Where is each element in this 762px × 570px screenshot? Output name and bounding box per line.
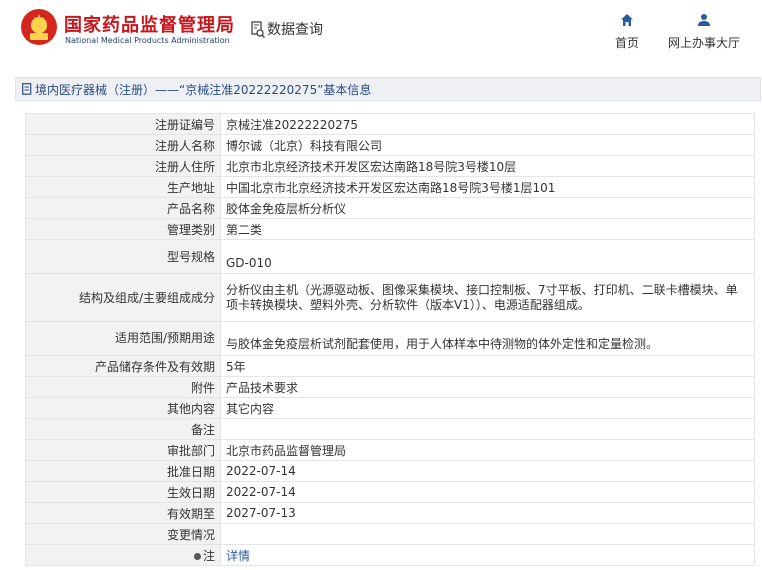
- detail-label: 附件: [25, 376, 221, 398]
- data-query-link[interactable]: 数据查询: [251, 18, 323, 40]
- site-title-en: National Medical Products Administration: [65, 36, 230, 45]
- nav-home[interactable]: 首页: [610, 13, 644, 51]
- detail-row-intended-use: 适用范围/预期用途 与胶体金免疫层析试剂配套使用，用于人体样本中待测物的体外定性…: [25, 321, 755, 356]
- note-label-text: 注: [202, 548, 215, 563]
- detail-value: 2022-07-14: [220, 460, 755, 482]
- detail-label: 有效期至: [25, 502, 221, 524]
- detail-value: GD-010: [220, 239, 755, 274]
- detail-value: 中国北京市北京经济技术开发区宏达南路18号院3号楼1层101: [220, 176, 755, 198]
- detail-label: 注册证编号: [25, 113, 221, 135]
- detail-row-reg-no: 注册证编号 京械注准20222220275: [25, 113, 755, 135]
- detail-row-remarks: 备注: [25, 418, 755, 440]
- detail-row-approval-dept: 审批部门 北京市药品监督管理局: [25, 439, 755, 461]
- detail-value: [220, 523, 755, 545]
- detail-value: 北京市北京经济技术开发区宏达南路18号院3号楼10层: [220, 155, 755, 177]
- detail-value: 第二类: [220, 218, 755, 240]
- detail-value: 2022-07-14: [220, 481, 755, 503]
- site-header: ★ 国家药品监督管理局 National Medical Products Ad…: [0, 0, 762, 62]
- detail-value: 胶体金免疫层析分析仪: [220, 197, 755, 219]
- detail-value: 京械注准20222220275: [220, 113, 755, 135]
- detail-row-expiry: 有效期至 2027-07-13: [25, 502, 755, 524]
- detail-row-registrant: 注册人名称 博尔诚（北京）科技有限公司: [25, 134, 755, 156]
- detail-row-structure: 结构及组成/主要组成成分 分析仪由主机（光源驱动板、图像采集模块、接口控制板、7…: [25, 273, 755, 322]
- detail-label: 注册人名称: [25, 134, 221, 156]
- detail-row-registrant-address: 注册人住所 北京市北京经济技术开发区宏达南路18号院3号楼10层: [25, 155, 755, 177]
- detail-label: 生产地址: [25, 176, 221, 198]
- nav-hall-label: 网上办事大厅: [667, 36, 740, 50]
- detail-row-approval-date: 批准日期 2022-07-14: [25, 460, 755, 482]
- detail-value: 北京市药品监督管理局: [220, 439, 755, 461]
- detail-row-effective-date: 生效日期 2022-07-14: [25, 481, 755, 503]
- detail-row-note: 注 详情: [25, 544, 755, 566]
- detail-value-note: 详情: [220, 544, 755, 566]
- detail-value: 5年: [220, 355, 755, 377]
- detail-label: 批准日期: [25, 460, 221, 482]
- site-title-cn[interactable]: 国家药品监督管理局: [64, 11, 235, 37]
- details-link[interactable]: 详情: [226, 549, 250, 563]
- detail-row-production-address: 生产地址 中国北京市北京经济技术开发区宏达南路18号院3号楼1层101: [25, 176, 755, 198]
- document-search-icon: [251, 20, 266, 38]
- breadcrumb: 境内医疗器械（注册）——“京械注准20222220275”基本信息: [15, 77, 761, 101]
- data-query-label: 数据查询: [267, 22, 323, 38]
- detail-row-changes: 变更情况: [25, 523, 755, 545]
- detail-label: 备注: [25, 418, 221, 440]
- detail-label: 产品储存条件及有效期: [25, 355, 221, 377]
- detail-value: 博尔诚（北京）科技有限公司: [220, 134, 755, 156]
- detail-label: 产品名称: [25, 197, 221, 219]
- detail-label: 其他内容: [25, 397, 221, 419]
- detail-label: 型号规格: [25, 239, 221, 274]
- detail-row-other: 其他内容 其它内容: [25, 397, 755, 419]
- nav-home-label: 首页: [614, 36, 639, 50]
- detail-label: 结构及组成/主要组成成分: [25, 273, 221, 322]
- detail-label: 适用范围/预期用途: [25, 321, 221, 356]
- detail-row-storage: 产品储存条件及有效期 5年: [25, 355, 755, 377]
- star-icon: ★: [32, 12, 46, 28]
- detail-value: [220, 418, 755, 440]
- info-dot-icon: [193, 552, 201, 560]
- detail-label: 生效日期: [25, 481, 221, 503]
- detail-row-category: 管理类别 第二类: [25, 218, 755, 240]
- breadcrumb-text: 境内医疗器械（注册）——“京械注准20222220275”基本信息: [35, 82, 372, 97]
- detail-label: 审批部门: [25, 439, 221, 461]
- detail-row-model: 型号规格 GD-010: [25, 239, 755, 274]
- nav-online-hall[interactable]: 网上办事大厅: [666, 13, 742, 51]
- document-icon: [22, 83, 32, 95]
- detail-row-product-name: 产品名称 胶体金免疫层析分析仪: [25, 197, 755, 219]
- home-icon: [610, 13, 644, 29]
- detail-label-note: 注: [25, 544, 221, 566]
- detail-label: 变更情况: [25, 523, 221, 545]
- detail-value: 产品技术要求: [220, 376, 755, 398]
- detail-value: 其它内容: [220, 397, 755, 419]
- detail-value: 2027-07-13: [220, 502, 755, 524]
- detail-value: 分析仪由主机（光源驱动板、图像采集模块、接口控制板、7寸平板、打印机、二联卡槽模…: [220, 273, 755, 322]
- detail-value: 与胶体金免疫层析试剂配套使用，用于人体样本中待测物的体外定性和定量检测。: [220, 321, 755, 356]
- detail-label: 注册人住所: [25, 155, 221, 177]
- user-icon: [666, 13, 742, 29]
- detail-label: 管理类别: [25, 218, 221, 240]
- national-emblem-logo[interactable]: ★: [21, 9, 57, 45]
- detail-row-attachment: 附件 产品技术要求: [25, 376, 755, 398]
- device-detail-table: 注册证编号 京械注准20222220275 注册人名称 博尔诚（北京）科技有限公…: [25, 113, 755, 566]
